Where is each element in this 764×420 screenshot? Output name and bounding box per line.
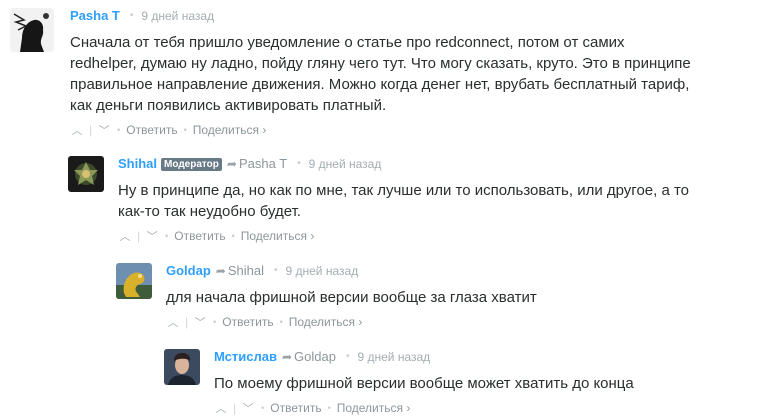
reply-button[interactable]: Ответить (126, 123, 177, 137)
separator-dot: • (297, 158, 301, 169)
separator-dot: • (279, 317, 283, 327)
timestamp[interactable]: 9 дней назад (357, 349, 430, 365)
moderator-badge: Модератор (161, 157, 222, 171)
share-button[interactable]: Поделиться › (193, 123, 267, 137)
chevron-down-icon[interactable]: ﹀ (145, 228, 159, 244)
chevron-up-icon[interactable]: ︿ (70, 122, 84, 138)
comment-line: redhelper, думаю ну ладно, пойду гляну ч… (70, 55, 691, 72)
comment-text: Сначала от тебя пришло уведомление о ста… (70, 32, 691, 116)
vote-separator: | (185, 315, 189, 329)
comment-text: Ну в принципе да, но как по мне, так луч… (118, 180, 689, 222)
comment-line: Ну в принципе да, но как по мне, так луч… (118, 182, 690, 199)
vote-separator: | (137, 229, 141, 243)
comment-header: Мстислав ➦ Goldap • 9 дней назад (214, 349, 634, 365)
separator-dot: • (273, 265, 278, 276)
comment-line: Сначала от тебя пришло уведомление о ста… (70, 34, 625, 51)
comment-line: для начала фришной версии вообще за глаз… (166, 289, 537, 306)
comment-text: По моему фришной версии вообще может хва… (214, 373, 634, 394)
chevron-up-icon[interactable]: ︿ (214, 400, 228, 416)
timestamp[interactable]: 9 дней назад (309, 156, 382, 172)
chevron-up-icon[interactable]: ︿ (118, 228, 132, 244)
chevron-down-icon[interactable]: ﹀ (241, 400, 255, 416)
comment-line: правильное направление движения. Можно к… (70, 76, 690, 93)
reply-to-author[interactable]: Pasha T (239, 156, 287, 172)
comment-header: Shihal Модератор ➦ Pasha T • 9 дней наза… (118, 156, 689, 172)
share-button[interactable]: Поделиться › (337, 401, 411, 415)
reply-button[interactable]: Ответить (270, 401, 321, 415)
reply-button[interactable]: Ответить (174, 229, 225, 243)
timestamp[interactable]: 9 дней назад (286, 263, 359, 279)
reply-to-author[interactable]: Shihal (228, 263, 264, 279)
separator-dot: • (129, 10, 134, 21)
separator-dot: • (261, 403, 265, 413)
comment-actions: ︿ | ﹀ • Ответить • Поделиться › (214, 400, 634, 416)
comment-line: как-то так неудобно будет. (118, 203, 301, 220)
vote-separator: | (233, 401, 237, 415)
reply-arrow-icon: ➦ (226, 157, 237, 171)
separator-dot: • (117, 125, 121, 135)
avatar[interactable] (68, 156, 104, 192)
separator-dot: • (213, 317, 217, 327)
vote-separator: | (89, 123, 93, 137)
comment-line: как деньги появились активировать платны… (70, 97, 387, 114)
share-button[interactable]: Поделиться › (241, 229, 315, 243)
comment-text: для начала фришной версии вообще за глаз… (166, 287, 537, 308)
reply-arrow-icon: ➦ (215, 264, 226, 278)
comment-line: По моему фришной версии вообще может хва… (214, 375, 634, 392)
avatar[interactable] (116, 263, 152, 299)
avatar[interactable] (10, 8, 54, 52)
avatar[interactable] (164, 349, 200, 385)
separator-dot: • (345, 351, 350, 362)
chevron-down-icon[interactable]: ﹀ (97, 122, 111, 138)
separator-dot: • (231, 231, 235, 241)
comment-actions: ︿ | ﹀ • Ответить • Поделиться › (166, 314, 537, 330)
comment-actions: ︿ | ﹀ • Ответить • Поделиться › (70, 122, 691, 138)
comment-header: Pasha T • 9 дней назад (70, 8, 691, 24)
reply-arrow-icon: ➦ (281, 350, 293, 364)
comment-header: Goldap ➦ Shihal • 9 дней назад (166, 263, 537, 279)
reply-button[interactable]: Ответить (222, 315, 273, 329)
separator-dot: • (165, 231, 169, 241)
share-button[interactable]: Поделиться › (289, 315, 363, 329)
chevron-up-icon[interactable]: ︿ (166, 314, 180, 330)
timestamp[interactable]: 9 дней назад (141, 8, 214, 24)
author-name[interactable]: Pasha T (70, 8, 120, 24)
author-name[interactable]: Goldap (166, 263, 211, 279)
author-name[interactable]: Мстислав (214, 349, 277, 365)
separator-dot: • (183, 125, 187, 135)
comment-actions: ︿ | ﹀ • Ответить • Поделиться › (118, 228, 689, 244)
separator-dot: • (327, 403, 331, 413)
chevron-down-icon[interactable]: ﹀ (193, 314, 207, 330)
author-name[interactable]: Shihal (118, 156, 157, 172)
reply-to-author[interactable]: Goldap (294, 349, 336, 365)
